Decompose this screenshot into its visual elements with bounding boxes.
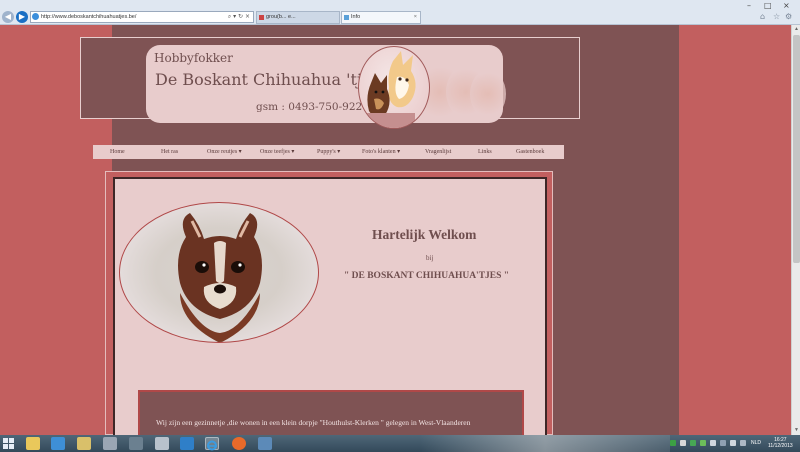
scroll-thumb[interactable]: [793, 35, 800, 263]
star-icon[interactable]: ☆: [773, 12, 780, 22]
nav-item[interactable]: Onze teefjes ▾: [260, 145, 294, 159]
address-actions[interactable]: ⌕ ▾ ↻ ×: [228, 12, 250, 22]
utility-icon[interactable]: [258, 437, 272, 450]
tab-favicon: [259, 15, 264, 20]
volume-icon[interactable]: [730, 440, 736, 446]
clock[interactable]: 16:27 11/12/2013: [768, 437, 793, 449]
kennel-name: " DE BOSKANT CHIHUAHUA'TJES ": [344, 271, 510, 281]
network-tray-icon[interactable]: [740, 440, 746, 446]
close-button[interactable]: ×: [783, 0, 790, 12]
nav-item[interactable]: Foto's klanten ▾: [362, 145, 400, 159]
nav-item[interactable]: Onze reutjes ▾: [207, 145, 242, 159]
tray-icon[interactable]: [710, 440, 716, 446]
welcome-sub: bij: [426, 254, 434, 262]
scroll-up-icon[interactable]: ▲: [793, 26, 800, 33]
header-dogs-photo: [358, 46, 430, 129]
nav-item[interactable]: Gastenboek: [516, 145, 544, 159]
internet-explorer-icon[interactable]: [205, 437, 219, 451]
clock-date: 11/12/2013: [768, 443, 793, 449]
nav-item[interactable]: Vragenlijst: [425, 145, 451, 159]
browser-tab-active[interactable]: Info ×: [341, 11, 421, 24]
intro-box: [138, 390, 524, 435]
tray-icon[interactable]: [670, 440, 676, 446]
minimize-button[interactable]: –: [747, 0, 751, 12]
site-icon: [32, 13, 39, 20]
tool-icon[interactable]: [129, 437, 143, 450]
tab-label: grou(b... e...: [266, 14, 296, 20]
taskbar-wallpaper: [420, 435, 670, 452]
scroll-down-icon[interactable]: ▼: [793, 427, 800, 434]
nav-item[interactable]: Links: [478, 145, 492, 159]
remote-icon[interactable]: [180, 437, 194, 450]
tab-favicon: [344, 15, 349, 20]
back-icon[interactable]: ◀: [2, 11, 14, 23]
intro-text: Wij zijn een gezinnetje ,die wonen in ee…: [156, 418, 471, 427]
tray-icon[interactable]: [700, 440, 706, 446]
browser-toolbar: ◀ ▶ http://www.deboskantchihuahuatjes.be…: [0, 0, 800, 25]
gear-icon[interactable]: ⚙: [785, 12, 792, 22]
tab-label: Info: [351, 14, 361, 20]
firefox-icon[interactable]: [232, 437, 246, 450]
paint-icon[interactable]: [77, 437, 91, 450]
tray-icon[interactable]: [720, 440, 726, 446]
language-indicator[interactable]: NLD: [751, 440, 761, 446]
header-faded-photos: [418, 60, 508, 122]
maximize-button[interactable]: □: [764, 0, 772, 12]
pen-icon[interactable]: [155, 437, 169, 450]
address-text: http://www.deboskantchihuahuatjes.be/: [41, 14, 137, 20]
nav-item[interactable]: Puppy's ▾: [317, 145, 340, 159]
nav-item[interactable]: Het ras: [161, 145, 178, 159]
browser-tab[interactable]: grou(b... e...: [256, 11, 340, 24]
forward-icon[interactable]: ▶: [16, 11, 28, 23]
main-nav: Home Het ras Onze reutjes ▾ Onze teefjes…: [93, 145, 564, 159]
site-title: De Boskant Chihuahua 'tjes: [155, 70, 380, 89]
explorer-icon[interactable]: [26, 437, 40, 450]
tray-icon[interactable]: [680, 440, 686, 446]
home-icon[interactable]: ⌂: [760, 12, 765, 22]
media-player-icon[interactable]: [51, 437, 65, 450]
tab-close-icon[interactable]: ×: [414, 12, 417, 23]
welcome-dog-photo: [119, 202, 319, 343]
nav-item[interactable]: Home: [110, 145, 125, 159]
tray-icon[interactable]: [690, 440, 696, 446]
vertical-scrollbar[interactable]: ▲ ▼: [791, 25, 800, 435]
address-bar[interactable]: http://www.deboskantchihuahuatjes.be/ ⌕ …: [30, 11, 254, 23]
header-phone: gsm : 0493-750-922: [256, 101, 363, 113]
network-icon[interactable]: [103, 437, 117, 450]
header-subtitle: Hobbyfokker: [154, 51, 233, 65]
windows-start-icon[interactable]: [3, 438, 14, 449]
welcome-title: Hartelijk Welkom: [372, 227, 477, 242]
